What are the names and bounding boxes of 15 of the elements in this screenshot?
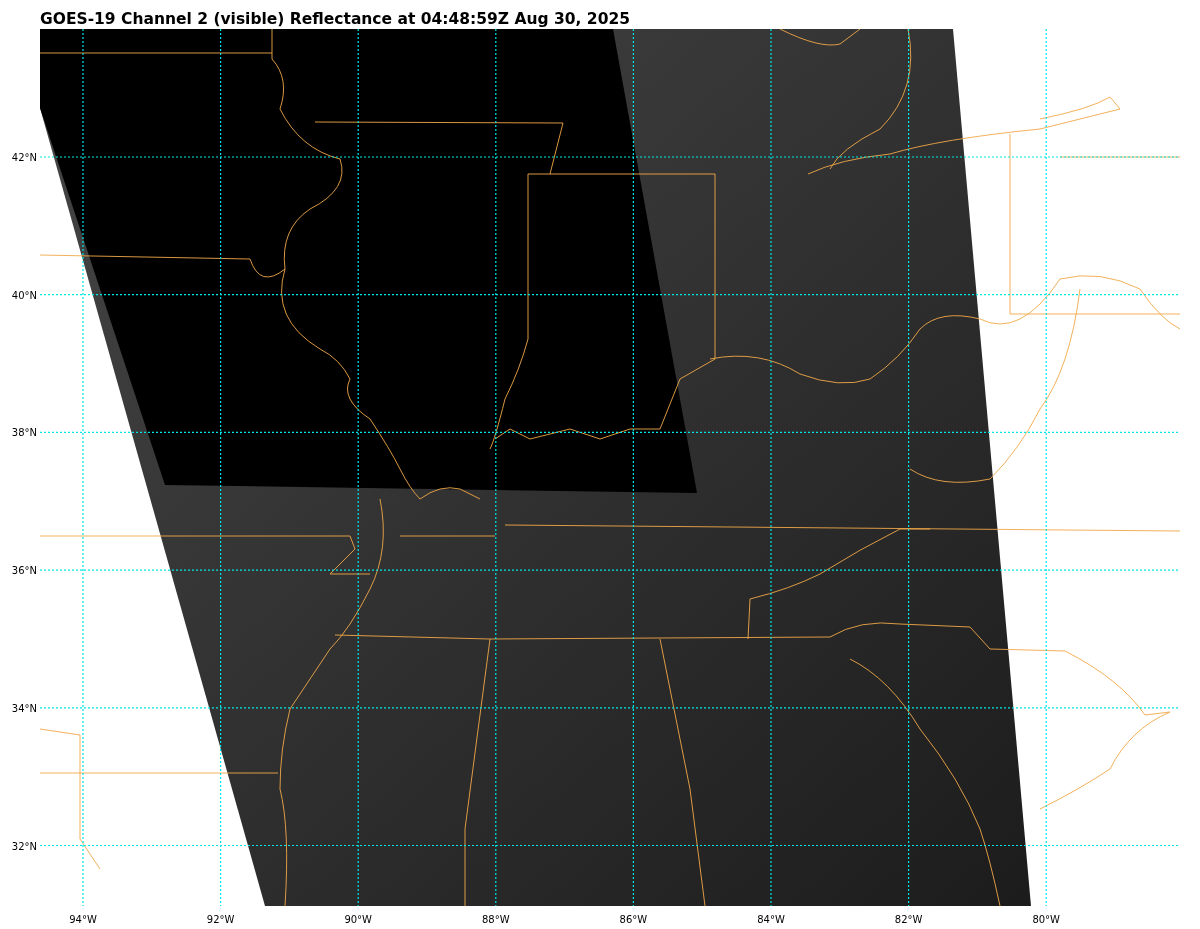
- longitude-label: 84°W: [757, 914, 785, 925]
- latitude-label: 34°N: [11, 702, 37, 714]
- longitude-label: 82°W: [894, 914, 923, 925]
- longitude-label: 90°W: [344, 914, 372, 925]
- longitude-label: 88°W: [482, 914, 510, 925]
- longitude-label: 86°W: [619, 914, 648, 925]
- latitude-label: 42°N: [11, 151, 37, 163]
- latitude-label: 38°N: [11, 426, 37, 438]
- latitude-label: 32°N: [11, 840, 37, 851]
- longitude-label: 80°W: [1032, 914, 1060, 925]
- latitude-label: 36°N: [11, 564, 37, 576]
- longitude-label: 94°W: [69, 914, 97, 925]
- map-title: GOES-19 Channel 2 (visible) Reflectance at 04:48:59Z Aug 30, 2025: [40, 10, 630, 28]
- longitude-label: 92°W: [206, 914, 235, 925]
- latitude-label: 40°N: [11, 289, 37, 301]
